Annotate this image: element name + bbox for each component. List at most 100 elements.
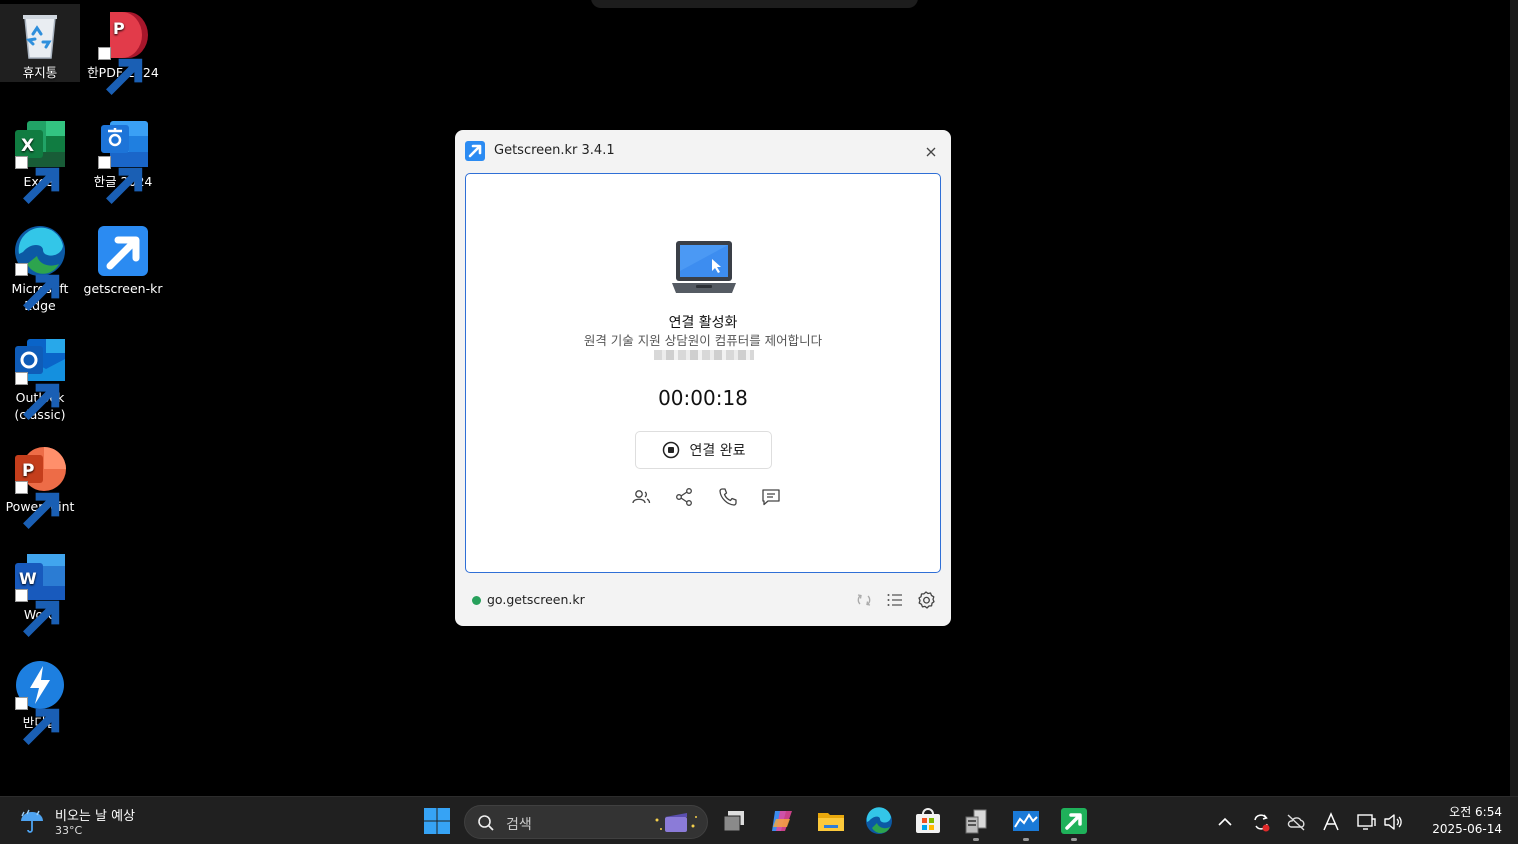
- edge-icon: [866, 807, 892, 834]
- network-app-button[interactable]: [960, 805, 992, 841]
- bandizip-icon: [13, 658, 67, 745]
- chevron-up-icon: [1218, 817, 1232, 826]
- hanpdf-icon: P: [96, 8, 150, 95]
- desktop-icon-powerpoint[interactable]: P PowerPoint: [0, 438, 80, 529]
- task-view-button[interactable]: [718, 805, 750, 837]
- dialog-footer: go.getscreen.kr: [455, 582, 951, 618]
- monitor-app-button[interactable]: [1010, 805, 1042, 841]
- system-clock[interactable]: 오전 6:54 2025-06-14: [1410, 804, 1502, 838]
- weather-temperature[interactable]: 33°C: [55, 824, 82, 837]
- getscreen-logo-icon: [465, 141, 485, 161]
- weather-title[interactable]: 비오는 날 예상: [55, 805, 135, 824]
- word-icon: W: [13, 550, 67, 637]
- desktop-icon-outlook[interactable]: Outlook (classic): [0, 329, 80, 423]
- connection-status-title: 연결 활성화: [668, 315, 738, 331]
- running-indicator: [973, 838, 979, 841]
- getscreen-icon: [96, 224, 150, 278]
- store-icon: [916, 808, 940, 833]
- search-placeholder: 검색: [506, 817, 532, 833]
- window-edge: [1510, 0, 1518, 796]
- file-explorer-button[interactable]: [815, 805, 847, 837]
- start-button[interactable]: [421, 805, 453, 837]
- task-view-icon: [723, 811, 744, 832]
- stop-icon: [662, 441, 679, 459]
- search-highlight-icon: [655, 813, 697, 832]
- folder-icon: [818, 813, 844, 831]
- getscreen-icon: [1061, 808, 1087, 834]
- recycle-bin-icon: [13, 8, 67, 62]
- disconnect-button[interactable]: 연결 완료: [635, 431, 772, 469]
- powerpoint-icon: P: [13, 442, 67, 529]
- desktop-icon-hangul[interactable]: 한글 2024: [83, 113, 163, 204]
- desktop-icon-bandizip[interactable]: 반디집: [0, 654, 80, 745]
- desktop-icon-hanpdf[interactable]: P 한PDF 2024: [83, 4, 163, 95]
- redacted-agent-name: [654, 350, 754, 360]
- hangul-icon: [96, 117, 150, 204]
- dialog-titlebar[interactable]: Getscreen.kr 3.4.1: [455, 130, 951, 172]
- dialog-title: Getscreen.kr 3.4.1: [494, 143, 615, 158]
- participants-button[interactable]: [630, 486, 652, 508]
- clock-date: 2025-06-14: [1432, 822, 1502, 836]
- share-button[interactable]: [673, 486, 695, 508]
- input-method-button[interactable]: [1320, 811, 1342, 833]
- top-handle: [591, 0, 918, 8]
- sync-error-icon: [1254, 814, 1270, 832]
- shortcut-arrow-icon: [15, 156, 60, 204]
- sync-icon: [857, 594, 871, 606]
- disconnect-label: 연결 완료: [689, 443, 746, 459]
- settings-button[interactable]: [916, 590, 936, 610]
- running-indicator: [1071, 838, 1077, 841]
- server-icon: [965, 809, 987, 834]
- clock-time: 오전 6:54: [1449, 805, 1502, 819]
- getscreen-dialog: Getscreen.kr 3.4.1 연결 활성화 원격 기술 지원 상담원이 …: [455, 130, 951, 626]
- desktop-icon-recycle-bin[interactable]: 휴지통: [0, 4, 80, 82]
- reconnect-button[interactable]: [854, 590, 874, 610]
- chat-icon: [762, 489, 780, 506]
- edge-taskbar-button[interactable]: [863, 805, 895, 837]
- getscreen-taskbar-button[interactable]: [1058, 805, 1090, 841]
- outlook-icon: [13, 333, 67, 420]
- taskbar-search[interactable]: 검색: [464, 805, 708, 839]
- server-url: go.getscreen.kr: [487, 592, 585, 607]
- chat-button[interactable]: [760, 486, 782, 508]
- shortcut-arrow-icon: [15, 372, 60, 420]
- desktop-icon-label: 휴지통: [22, 65, 58, 80]
- desktop-icon-getscreen[interactable]: getscreen-kr: [83, 220, 163, 297]
- users-icon: [632, 490, 651, 504]
- weather-widget[interactable]: [18, 807, 46, 835]
- svg-text:W: W: [19, 569, 37, 588]
- desktop-icon-edge[interactable]: Microsoft Edge: [0, 220, 80, 314]
- phone-icon: [719, 488, 737, 506]
- shortcut-arrow-icon: [98, 156, 143, 204]
- network-button[interactable]: [1355, 811, 1377, 833]
- share-icon: [676, 488, 693, 506]
- shortcut-arrow-icon: [15, 589, 60, 637]
- desktop-icon-excel[interactable]: X Excel: [0, 113, 80, 204]
- call-button[interactable]: [717, 486, 739, 508]
- sync-status-button[interactable]: [1250, 811, 1272, 833]
- running-indicator: [1023, 838, 1029, 841]
- copilot-icon: [772, 811, 792, 831]
- show-hidden-icons-button[interactable]: [1214, 811, 1236, 833]
- list-button[interactable]: [885, 590, 905, 610]
- taskbar: 비오는 날 예상 33°C 검색 오전 6:54 2025-06-14: [0, 796, 1518, 844]
- desktop-icon-label: getscreen-kr: [83, 281, 163, 296]
- session-panel: 연결 활성화 원격 기술 지원 상담원이 컴퓨터를 제어합니다 00:00:18…: [465, 173, 941, 573]
- shortcut-arrow-icon: [15, 697, 60, 745]
- shortcut-arrow-icon: [98, 47, 143, 95]
- close-button[interactable]: [921, 142, 941, 162]
- rain-umbrella-icon: [21, 809, 43, 833]
- onedrive-button[interactable]: [1285, 811, 1307, 833]
- desktop: 휴지통 P 한PDF 2024 X Excel 한글 2024 Microsof…: [0, 0, 1518, 796]
- store-button[interactable]: [912, 805, 944, 837]
- desktop-icon-word[interactable]: W Word: [0, 546, 80, 637]
- copilot-button[interactable]: [766, 805, 798, 837]
- cloud-offline-icon: [1287, 814, 1305, 831]
- close-icon: [926, 147, 936, 157]
- monitor-chart-icon: [1013, 811, 1039, 831]
- volume-button[interactable]: [1382, 811, 1404, 833]
- search-icon: [478, 815, 494, 831]
- session-tools: [626, 486, 786, 508]
- ime-a-icon: [1323, 812, 1339, 831]
- session-timer: 00:00:18: [658, 386, 748, 410]
